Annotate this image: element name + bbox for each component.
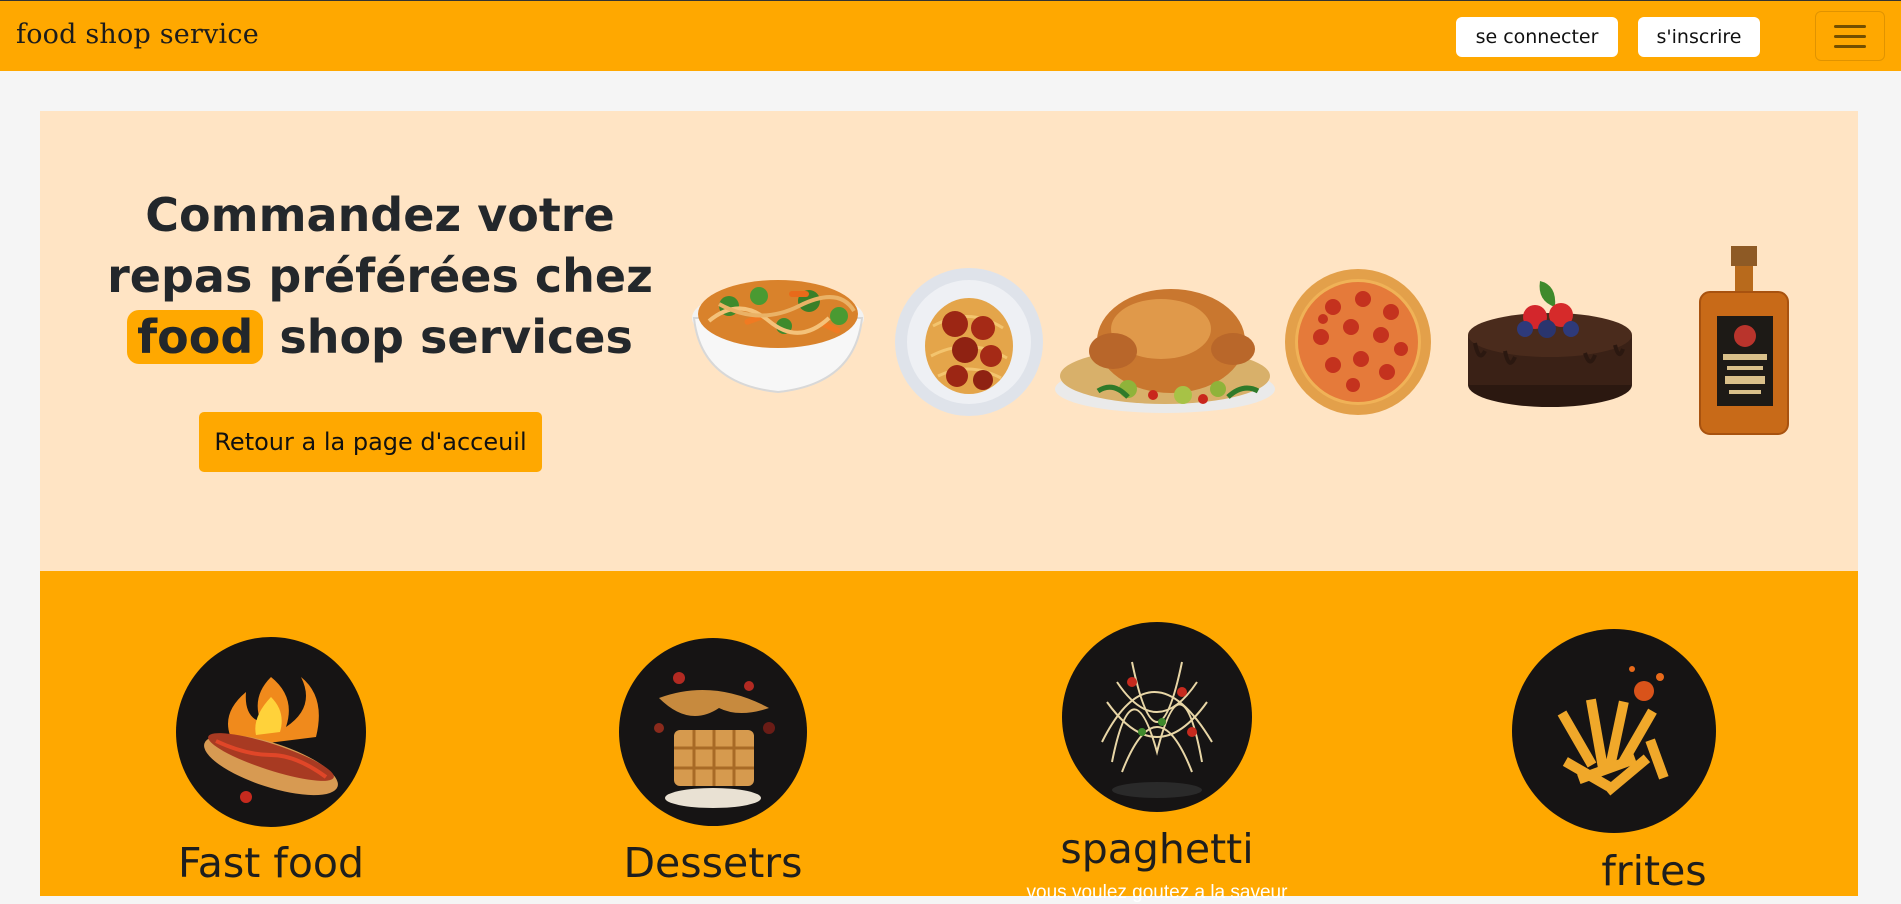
spaghetti-image[interactable]: [1062, 622, 1252, 812]
pizza-image: [1285, 269, 1431, 415]
fries-image[interactable]: [1512, 629, 1716, 833]
fast-food-image[interactable]: [176, 637, 366, 827]
hero-title-highlight: food: [127, 310, 264, 364]
category-title-desserts: Dessetrs: [623, 839, 803, 887]
category-title-fast-food: Fast food: [177, 839, 365, 887]
rum-bottle-image: [1699, 246, 1789, 435]
categories-section: Fast food Dessetrs spaghetti vous voulez…: [40, 571, 1858, 903]
category-title-spaghetti: spaghetti: [1060, 825, 1254, 873]
hero-title-end: shop services: [279, 310, 633, 364]
chocolate-cake-image: [1468, 281, 1632, 407]
category-description-spaghetti: vous voulez goutez a la saveur: [1026, 882, 1288, 903]
signup-button[interactable]: s'inscrire: [1638, 17, 1760, 57]
hero-title-text: Commandez votre repas préférées chez: [107, 188, 653, 303]
category-title-frites: frites: [1601, 847, 1707, 895]
hero-title: Commandez votre repas préférées chez foo…: [70, 185, 690, 368]
spaghetti-plate-image: [895, 268, 1043, 416]
back-home-button[interactable]: Retour a la page d'acceuil: [199, 412, 542, 472]
hero-section: Commandez votre repas préférées chez foo…: [40, 111, 1858, 571]
hamburger-menu-icon[interactable]: [1815, 11, 1885, 61]
desserts-image[interactable]: [619, 638, 807, 826]
noodle-bowl-image: [692, 280, 864, 394]
login-button[interactable]: se connecter: [1456, 17, 1618, 57]
navbar: food shop service se connecter s'inscrir…: [0, 0, 1901, 71]
roast-chicken-image: [1055, 289, 1275, 413]
brand-logo[interactable]: food shop service: [16, 19, 259, 50]
